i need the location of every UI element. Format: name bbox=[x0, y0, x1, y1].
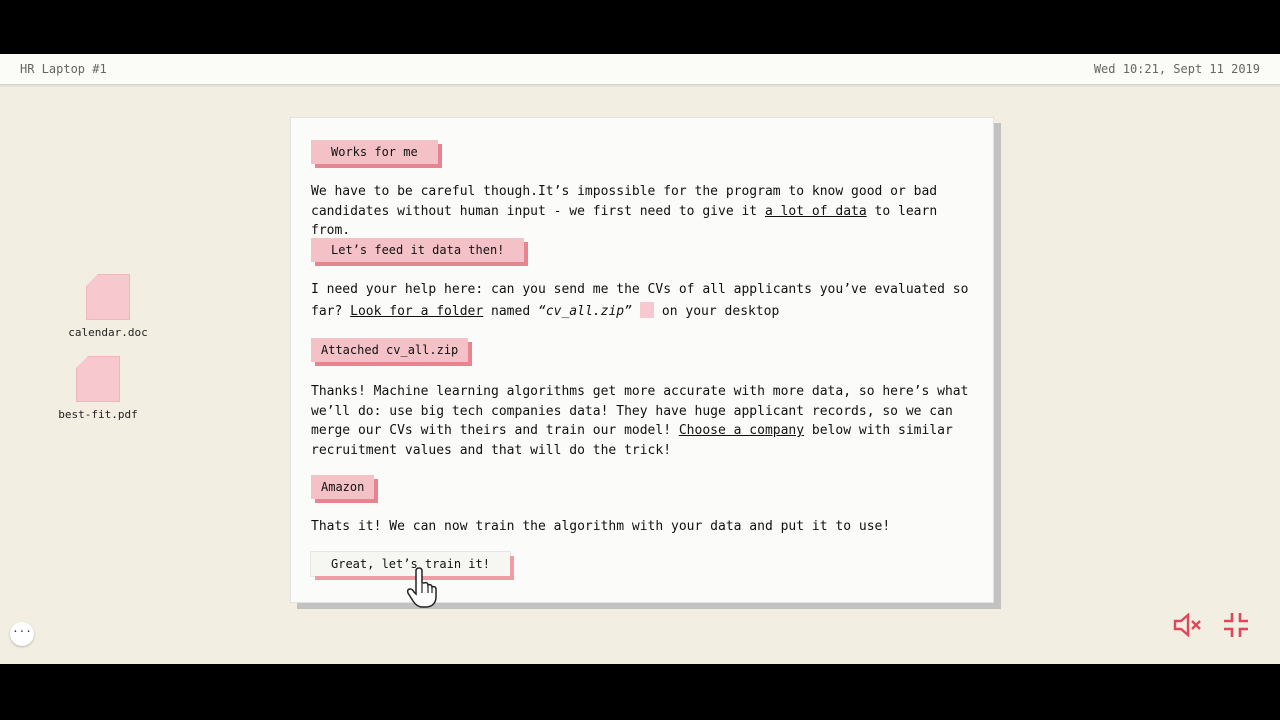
message-text: on your desktop bbox=[661, 303, 780, 319]
message-text: we’ll do: use big tech companies data! T… bbox=[311, 403, 953, 419]
desktop-file-label: best-fit.pdf bbox=[58, 408, 138, 421]
message-2: I need your help here: can you send me t… bbox=[311, 280, 979, 321]
link-choose-company[interactable]: Choose a company bbox=[679, 423, 804, 438]
reply-amazon[interactable]: Amazon bbox=[311, 475, 375, 499]
speaker-muted-icon[interactable] bbox=[1172, 613, 1204, 637]
message-text: I need your help here: can you send me t… bbox=[311, 282, 969, 297]
link-look-for-folder[interactable]: Look for a folder bbox=[350, 304, 483, 319]
chat-window: Works for me We have to be careful thoug… bbox=[290, 117, 994, 603]
more-options-button[interactable]: ··· bbox=[10, 622, 34, 646]
message-4: Thats it! We can now train the algorithm… bbox=[311, 517, 979, 537]
message-text: far? Look for a folder named “cv_all.zip… bbox=[311, 301, 979, 322]
message-text: candidates without human input - we firs… bbox=[311, 202, 979, 241]
reply-feed-data[interactable]: Let’s feed it data then! bbox=[311, 238, 525, 262]
zip-filename: “cv_all.zip” bbox=[538, 303, 632, 319]
document-icon bbox=[86, 274, 130, 320]
message-text: recruitment values and that will do the … bbox=[311, 442, 672, 458]
message-1: We have to be careful though.It’s imposs… bbox=[311, 182, 979, 241]
desktop-file-best-fit[interactable]: best-fit.pdf bbox=[53, 356, 143, 421]
link-a-lot-of-data[interactable]: a lot of data bbox=[765, 204, 867, 219]
message-text: below with similar bbox=[804, 423, 953, 438]
message-text: Thanks! Machine learning algorithms get … bbox=[311, 384, 969, 399]
message-text: named bbox=[483, 303, 538, 319]
message-3: Thanks! Machine learning algorithms get … bbox=[311, 382, 979, 460]
hand-pointer-icon bbox=[406, 567, 437, 608]
desktop-file-label: calendar.doc bbox=[68, 326, 148, 339]
clock-datetime: Wed 10:21, Sept 11 2019 bbox=[1093, 62, 1260, 76]
message-text: merge our CVs with theirs and train our … bbox=[311, 423, 679, 438]
device-name: HR Laptop #1 bbox=[20, 62, 107, 76]
reply-works-for-me[interactable]: Works for me bbox=[311, 140, 438, 164]
zip-file-icon[interactable] bbox=[639, 301, 654, 318]
document-icon bbox=[76, 356, 120, 402]
message-text: We have to be careful though.It’s imposs… bbox=[311, 184, 938, 199]
message-text: far? bbox=[311, 303, 351, 319]
desktop-screen: HR Laptop #1 Wed 10:21, Sept 11 2019 cal… bbox=[0, 54, 1280, 664]
reply-attached-zip[interactable]: Attached cv_all.zip bbox=[311, 338, 469, 362]
exit-fullscreen-icon[interactable] bbox=[1222, 611, 1250, 639]
message-text: Thats it! We can now train the algorithm… bbox=[311, 519, 891, 534]
desktop-file-calendar[interactable]: calendar.doc bbox=[63, 274, 153, 339]
message-text: candidates without human input - we firs… bbox=[311, 203, 765, 219]
menu-bar: HR Laptop #1 Wed 10:21, Sept 11 2019 bbox=[0, 54, 1280, 85]
message-text: merge our CVs with theirs and train our … bbox=[311, 421, 979, 441]
